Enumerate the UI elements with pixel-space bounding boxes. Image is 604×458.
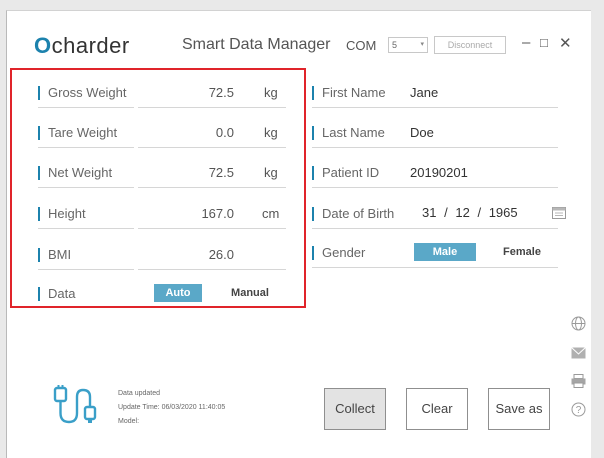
field-marker (312, 86, 314, 100)
field-underline (312, 228, 558, 229)
clear-button[interactable]: Clear (406, 388, 468, 430)
female-toggle[interactable]: Female (490, 243, 554, 261)
dob-value[interactable]: 31 / 12 / 1965 (422, 205, 518, 220)
field-underline (312, 147, 558, 148)
field-marker (312, 166, 314, 180)
field-marker (312, 246, 314, 260)
collect-button[interactable]: Collect (324, 388, 386, 430)
app-title: Smart Data Manager (182, 36, 331, 53)
charder-logo: Ocharder (34, 33, 130, 58)
field-underline (312, 267, 558, 268)
status-line-time: Update Time: 06/03/2020 11:40:05 (118, 404, 226, 411)
gender-field: Gender Male Female (312, 240, 558, 268)
calendar-icon[interactable] (552, 206, 566, 219)
mail-icon[interactable] (570, 346, 586, 362)
field-label: Date of Birth (322, 206, 395, 221)
status-line-model: Model: (118, 418, 140, 425)
field-marker (312, 126, 314, 140)
date-separator: / (444, 205, 448, 220)
patient-id-input[interactable]: 20190201 (410, 165, 468, 180)
status-line-updated: Data updated (118, 390, 161, 397)
dob-year: 1965 (488, 205, 518, 220)
help-icon[interactable]: ? (570, 402, 586, 418)
field-label: First Name (322, 85, 386, 100)
date-separator: / (477, 205, 482, 220)
field-underline (312, 107, 558, 108)
highlight-box (10, 68, 306, 308)
close-button[interactable]: ✕ (559, 34, 572, 52)
dob-day: 31 (422, 205, 437, 220)
field-label: Patient ID (322, 165, 380, 180)
first-name-field: First Name Jane (312, 80, 558, 108)
usb-connection-icon (52, 385, 102, 427)
first-name-input[interactable]: Jane (410, 85, 438, 100)
patient-id-field: Patient ID 20190201 (312, 160, 558, 188)
com-port-label: COM (346, 38, 377, 53)
last-name-input[interactable]: Doe (410, 125, 434, 140)
save-as-button[interactable]: Save as (488, 388, 550, 430)
field-underline (312, 187, 558, 188)
chevron-down-icon: ▾ (420, 41, 424, 48)
print-icon[interactable] (570, 374, 586, 390)
restore-button[interactable]: □ (540, 35, 548, 50)
dob-month: 12 (455, 205, 470, 220)
field-marker (312, 207, 314, 221)
male-toggle[interactable]: Male (414, 243, 476, 261)
globe-icon[interactable] (570, 316, 586, 332)
date-of-birth-field: Date of Birth 31 / 12 / 1965 (312, 201, 570, 229)
title-bar: Ocharder Smart Data Manager COM 5 ▾ Disco… (6, 22, 590, 66)
disconnect-button[interactable]: Disconnect (434, 36, 506, 54)
field-label: Gender (322, 245, 366, 260)
last-name-field: Last Name Doe (312, 120, 558, 148)
svg-text:?: ? (575, 405, 581, 416)
field-label: Last Name (322, 125, 385, 140)
com-port-select[interactable]: 5 ▾ (388, 37, 428, 53)
minimize-button[interactable]: – (522, 34, 530, 51)
